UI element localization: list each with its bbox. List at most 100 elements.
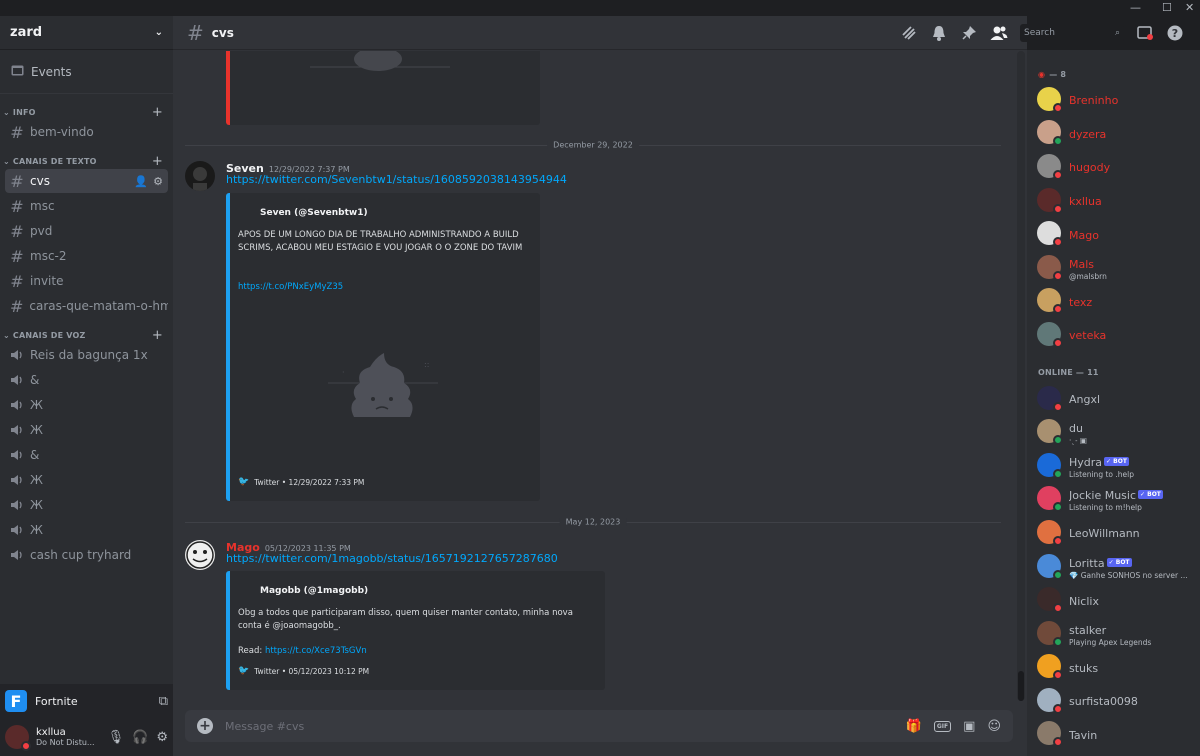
- gear-icon[interactable]: ⚙: [153, 175, 163, 188]
- voice-channel[interactable]: Ж: [5, 418, 168, 442]
- member-item[interactable]: Mals @malsbrn: [1027, 250, 1200, 284]
- invite-icon[interactable]: 👤: [134, 175, 148, 188]
- voice-channel[interactable]: Ж: [5, 518, 168, 542]
- member-item[interactable]: Breninho: [1027, 82, 1200, 116]
- embed-read-label: Read:: [238, 646, 263, 656]
- dnd-status-icon: [1053, 237, 1063, 248]
- hash-icon: #: [10, 171, 24, 191]
- avatar: [1037, 288, 1063, 315]
- online-status-icon: [1053, 636, 1063, 647]
- member-item[interactable]: dyzera: [1027, 116, 1200, 150]
- member-item[interactable]: hugody: [1027, 149, 1200, 183]
- message-input[interactable]: Message #cvs: [225, 720, 304, 733]
- member-item[interactable]: Jockie Music ✓ BOT Listening to m!help: [1027, 482, 1200, 516]
- voice-channel[interactable]: Ж: [5, 468, 168, 492]
- channel-invite[interactable]: # invite: [5, 269, 168, 293]
- sticker-icon[interactable]: ▣: [963, 719, 975, 734]
- add-channel-icon[interactable]: +: [152, 154, 163, 169]
- add-channel-icon[interactable]: +: [152, 105, 163, 120]
- member-activity: Listening to .help: [1069, 469, 1134, 479]
- search-input[interactable]: Search ⌕: [1020, 24, 1124, 42]
- member-item[interactable]: LeoWillmann: [1027, 515, 1200, 549]
- embed-link[interactable]: https://t.co/Xce73TsGVn: [265, 646, 367, 656]
- help-icon[interactable]: ?: [1166, 24, 1184, 42]
- online-status-icon: [1053, 435, 1063, 446]
- channel-label: Reis da bagunça 1x: [30, 348, 148, 362]
- channel-cvs[interactable]: # cvs 👤 ⚙: [5, 169, 168, 193]
- voice-channel[interactable]: cash cup tryhard: [5, 543, 168, 567]
- channel-caras-que-matam[interactable]: # caras-que-matam-o-hm...: [5, 294, 168, 318]
- voice-channel[interactable]: Ж: [5, 493, 168, 517]
- category-voice[interactable]: ⌄ CANAIS DE VOZ +: [0, 327, 173, 343]
- pin-icon[interactable]: [960, 24, 978, 42]
- avatar: [1037, 120, 1063, 147]
- date-divider: May 12, 2023: [185, 517, 1001, 527]
- go-live-icon[interactable]: ⧉: [159, 694, 168, 709]
- voice-channel[interactable]: &: [5, 368, 168, 392]
- add-channel-icon[interactable]: +: [152, 328, 163, 343]
- member-item[interactable]: kxllua: [1027, 183, 1200, 217]
- lock-hash-icon: #: [10, 221, 24, 241]
- threads-icon[interactable]: [900, 24, 918, 42]
- member-item[interactable]: veteka: [1027, 317, 1200, 351]
- channel-msc[interactable]: # msc: [5, 194, 168, 218]
- member-activity: Playing Apex Legends: [1069, 637, 1152, 647]
- channel-bem-vindo[interactable]: # bem-vindo: [5, 120, 168, 144]
- inbox-icon[interactable]: [1136, 24, 1154, 42]
- message-link[interactable]: https://twitter.com/Sevenbtw1/status/160…: [226, 173, 567, 186]
- member-item[interactable]: Tavin: [1027, 717, 1200, 751]
- member-item[interactable]: surfista0098: [1027, 683, 1200, 717]
- emoji-icon[interactable]: ☺: [987, 719, 1001, 734]
- voice-channel[interactable]: Reis da bagunça 1x: [5, 343, 168, 367]
- category-info[interactable]: ⌄ INFO +: [0, 104, 173, 120]
- member-item[interactable]: texz: [1027, 284, 1200, 318]
- avatar[interactable]: [5, 725, 31, 751]
- channel-pvd[interactable]: # pvd: [5, 219, 168, 243]
- channel-msc-2[interactable]: # msc-2: [5, 244, 168, 268]
- group-label: — 8: [1049, 69, 1067, 79]
- member-item[interactable]: Hydra ✓ BOT Listening to .help: [1027, 448, 1200, 482]
- gift-icon[interactable]: 🎁: [906, 719, 922, 734]
- server-header[interactable]: zard ⌄: [0, 16, 173, 50]
- embed-link[interactable]: https://t.co/PNxEyMyZ35: [238, 282, 343, 292]
- maximize-button[interactable]: ☐: [1162, 1, 1172, 14]
- speaker-icon: [10, 499, 24, 511]
- avatar[interactable]: [185, 540, 215, 570]
- message-list[interactable]: December 29, 2022 Seven 12/29/2022 7:37 P…: [173, 51, 1017, 701]
- member-item[interactable]: Mago: [1027, 216, 1200, 250]
- member-list-icon[interactable]: [990, 24, 1008, 42]
- gif-icon[interactable]: GIF: [933, 720, 952, 732]
- activity-panel[interactable]: F Fortnite ⧉: [0, 684, 173, 718]
- minimize-button[interactable]: —: [1130, 1, 1141, 14]
- microphone-icon[interactable]: 🎙: [108, 730, 125, 745]
- voice-channel[interactable]: &: [5, 443, 168, 467]
- avatar: [1037, 620, 1063, 647]
- member-item[interactable]: Niclix: [1027, 582, 1200, 616]
- member-item[interactable]: Angxl: [1027, 381, 1200, 415]
- member-item[interactable]: stalker Playing Apex Legends: [1027, 616, 1200, 650]
- member-activity: ·ˎ˗ ▣: [1069, 436, 1087, 446]
- bell-icon[interactable]: [930, 24, 948, 42]
- scrollbar[interactable]: [1017, 51, 1025, 701]
- scroll-thumb[interactable]: [1018, 671, 1024, 701]
- category-text[interactable]: ⌄ CANAIS DE TEXTO +: [0, 153, 173, 169]
- member-item[interactable]: Loritta ✓ BOT 💎 Ganhe SONHOS no server ...: [1027, 549, 1200, 583]
- headphones-icon[interactable]: 🎧: [132, 730, 148, 745]
- member-activity: 💎 Ganhe SONHOS no server ...: [1069, 570, 1188, 580]
- add-attachment-icon[interactable]: +: [197, 718, 213, 734]
- voice-channel[interactable]: Ж: [5, 393, 168, 417]
- member-item[interactable]: stuks: [1027, 650, 1200, 684]
- embed-image[interactable]: :: ·: [238, 305, 532, 465]
- message-link[interactable]: https://twitter.com/1magobb/status/16571…: [226, 552, 558, 565]
- embed-author[interactable]: Magobb (@1magobb): [260, 586, 368, 596]
- channel-sidebar: zard ⌄ Events ⌄ INFO + # bem-vindo ⌄ CAN…: [0, 16, 173, 756]
- channel-label: msc-2: [30, 249, 67, 263]
- embed-author[interactable]: Seven (@Sevenbtw1): [260, 208, 368, 218]
- dnd-status-icon: [1053, 337, 1063, 348]
- events-item[interactable]: Events: [0, 50, 173, 94]
- close-button[interactable]: ✕: [1185, 1, 1194, 14]
- avatar[interactable]: [185, 161, 215, 191]
- member-item[interactable]: du ·ˎ˗ ▣: [1027, 414, 1200, 448]
- gear-icon[interactable]: ⚙: [156, 730, 168, 745]
- member-name: du: [1069, 422, 1083, 436]
